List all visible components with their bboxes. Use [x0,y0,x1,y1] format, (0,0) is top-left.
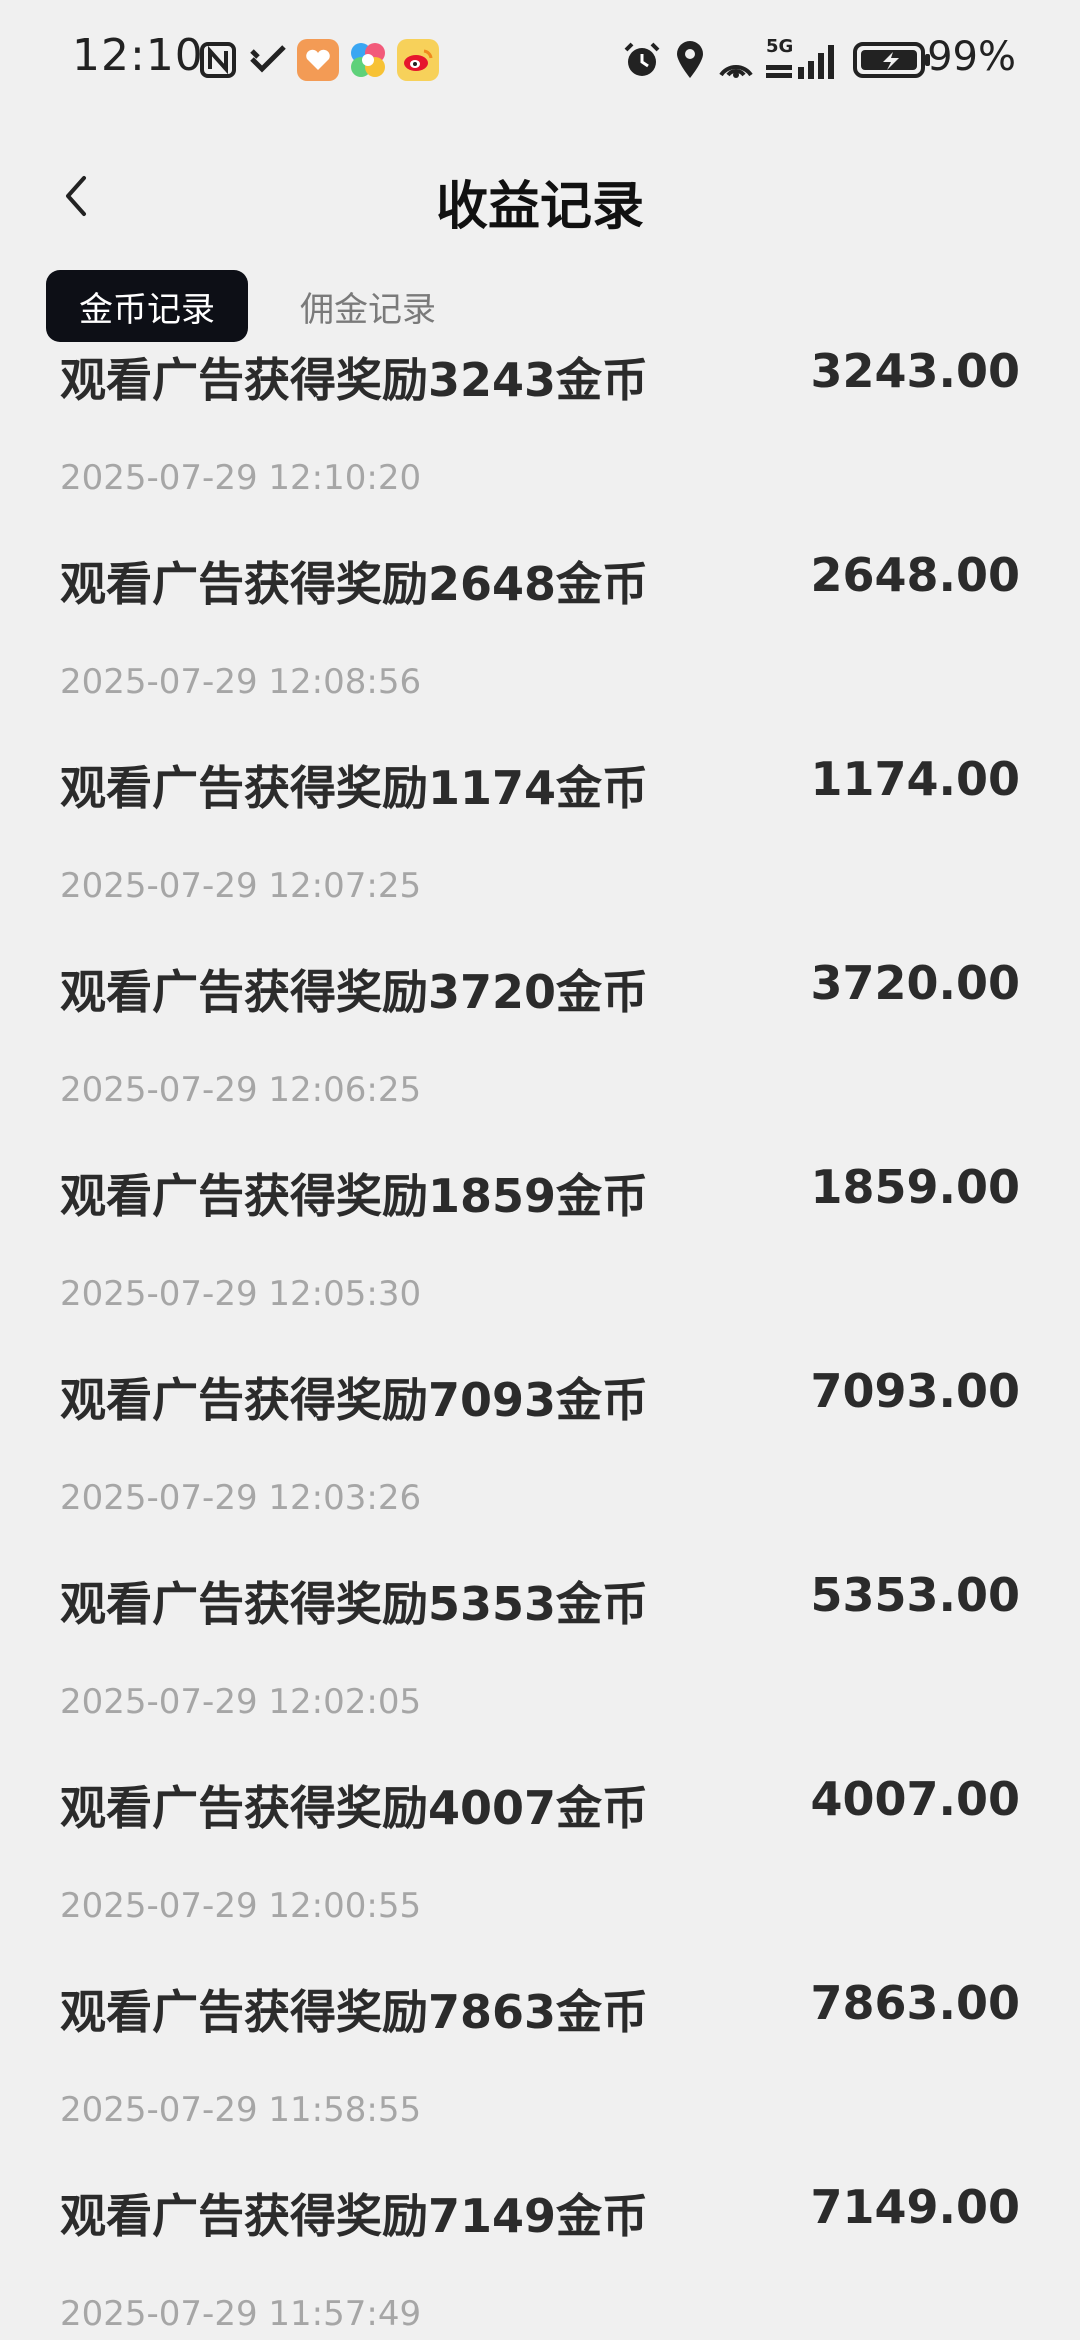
list-item: 观看广告获得奖励7863金币 7863.00 2025-07-29 11:58:… [0,1972,1080,2176]
record-title: 观看广告获得奖励5353金币 [60,1577,649,1631]
record-time: 2025-07-29 11:58:55 [60,2090,422,2130]
record-amount: 7863.00 [810,1976,1020,2030]
record-amount: 5353.00 [810,1568,1020,1622]
record-amount: 4007.00 [810,1772,1020,1826]
record-time: 2025-07-29 12:05:30 [60,1274,422,1314]
page-title: 收益记录 [435,177,644,237]
record-time: 2025-07-29 12:07:25 [60,866,422,906]
record-title: 观看广告获得奖励1174金币 [60,761,649,815]
list-item: 观看广告获得奖励4007金币 4007.00 2025-07-29 12:00:… [0,1768,1080,1972]
list-item: 观看广告获得奖励1174金币 1174.00 2025-07-29 12:07:… [0,748,1080,952]
record-title: 观看广告获得奖励7149金币 [60,2189,649,2243]
list-item: 观看广告获得奖励7149金币 7149.00 2025-07-29 11:57:… [0,2176,1080,2340]
record-title: 观看广告获得奖励7863金币 [60,1985,649,2039]
weibo-icon [396,38,440,82]
hotspot-icon [714,38,758,82]
record-time: 2025-07-29 12:00:55 [60,1886,422,1926]
record-time: 2025-07-29 12:02:05 [60,1682,422,1722]
list-item: 观看广告获得奖励3243金币 3243.00 2025-07-29 12:10:… [0,340,1080,544]
alarm-icon [620,38,664,82]
record-title: 观看广告获得奖励3243金币 [60,353,649,407]
records-list[interactable]: 观看广告获得奖励3243金币 3243.00 2025-07-29 12:10:… [0,340,1080,2340]
app-header: 收益记录 [0,150,1080,240]
record-amount: 3243.00 [810,344,1020,398]
record-amount: 3720.00 [810,956,1020,1010]
record-title: 观看广告获得奖励3720金币 [60,965,649,1019]
list-item: 观看广告获得奖励2648金币 2648.00 2025-07-29 12:08:… [0,544,1080,748]
record-title: 观看广告获得奖励2648金币 [60,557,649,611]
tab-commission-records[interactable]: 佣金记录 [268,270,468,342]
app-colorful-icon [346,38,390,82]
list-item: 观看广告获得奖励5353金币 5353.00 2025-07-29 12:02:… [0,1564,1080,1768]
list-item: 观看广告获得奖励7093金币 7093.00 2025-07-29 12:03:… [0,1360,1080,1564]
tab-coin-records[interactable]: 金币记录 [46,270,248,342]
record-time: 2025-07-29 11:57:49 [60,2294,422,2334]
app-check-icon [246,38,290,82]
status-time: 12:10 [72,30,204,81]
record-time: 2025-07-29 12:10:20 [60,458,422,498]
record-amount: 7149.00 [810,2180,1020,2234]
list-item: 观看广告获得奖励3720金币 3720.00 2025-07-29 12:06:… [0,952,1080,1156]
record-amount: 1174.00 [810,752,1020,806]
nfc-icon [196,38,240,82]
signal-icon: 5G [762,36,844,82]
record-amount: 1859.00 [810,1160,1020,1214]
record-title: 观看广告获得奖励7093金币 [60,1373,649,1427]
record-time: 2025-07-29 12:08:56 [60,662,422,702]
record-amount: 7093.00 [810,1364,1020,1418]
record-tabs: 金币记录 佣金记录 [46,270,468,342]
list-item: 观看广告获得奖励1859金币 1859.00 2025-07-29 12:05:… [0,1156,1080,1360]
record-amount: 2648.00 [810,548,1020,602]
record-time: 2025-07-29 12:03:26 [60,1478,422,1518]
record-title: 观看广告获得奖励1859金币 [60,1169,649,1223]
location-icon [670,38,710,82]
record-title: 观看广告获得奖励4007金币 [60,1781,649,1835]
battery-icon [852,38,934,82]
battery-percent: 99% [927,34,1016,80]
app-heart-icon [296,38,340,82]
network-label: 5G [766,36,794,57]
record-time: 2025-07-29 12:06:25 [60,1070,422,1110]
status-bar: 12:10 5G 99% [0,0,1080,120]
